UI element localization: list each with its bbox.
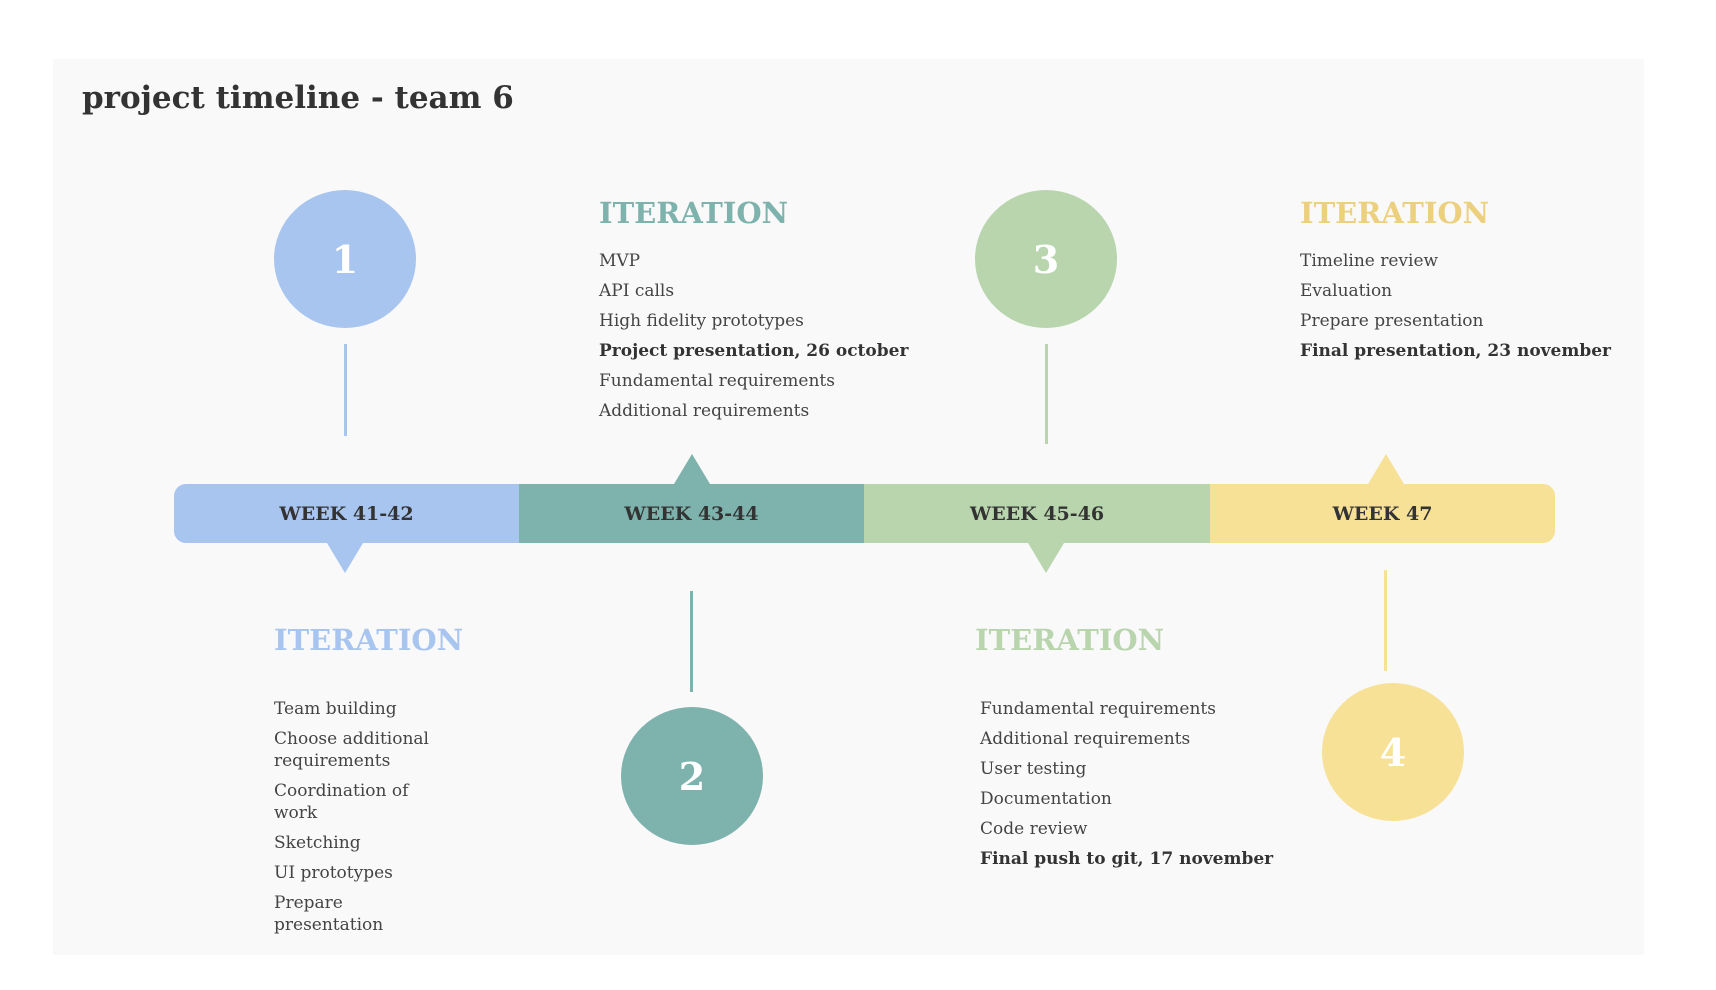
list-item: Choose additional requirements (274, 729, 429, 771)
iteration-2-pointer (674, 454, 710, 484)
iteration-1-heading: ITERATION (274, 623, 464, 657)
list-item: Team building (274, 699, 397, 719)
iteration-2-heading: ITERATION (599, 196, 789, 230)
list-item: Final presentation, 23 november (1300, 341, 1612, 361)
iteration-4-connector (1384, 570, 1387, 671)
list-item: Prepare presentation (1300, 311, 1484, 331)
list-item: Additional requirements (599, 401, 810, 421)
list-item: MVP (599, 251, 641, 271)
week-timeline-bar: WEEK 41-42 WEEK 43-44 WEEK 45-46 WEEK 47 (174, 484, 1555, 543)
list-item: High fidelity prototypes (599, 311, 804, 331)
iteration-4-pointer (1368, 454, 1404, 484)
iteration-3-heading: ITERATION (975, 623, 1165, 657)
list-item: Prepare presentation (274, 893, 384, 935)
iteration-4-circle: 4 (1322, 683, 1464, 821)
iteration-3-connector (1045, 344, 1048, 444)
iteration-2-connector (690, 591, 693, 692)
week-segment-47: WEEK 47 (1210, 484, 1555, 543)
list-item: Coordination of work (274, 781, 409, 823)
iteration-2-circle: 2 (621, 707, 763, 845)
iteration-3-pointer (1028, 543, 1064, 573)
iteration-1-pointer (327, 543, 363, 573)
page-title: project timeline - team 6 (82, 80, 514, 116)
list-item: Evaluation (1300, 281, 1393, 301)
iteration-1-tasks: Team building Choose additional requirem… (274, 698, 444, 944)
iteration-4-tasks: Timeline review Evaluation Prepare prese… (1300, 250, 1611, 370)
list-item: Final push to git, 17 november (980, 849, 1274, 869)
iteration-1-circle: 1 (274, 190, 416, 328)
list-item: Project presentation, 26 october (599, 341, 909, 361)
iteration-1-connector (344, 344, 347, 436)
list-item: Sketching (274, 833, 361, 853)
week-segment-41-42: WEEK 41-42 (174, 484, 519, 543)
list-item: Fundamental requirements (980, 699, 1216, 719)
list-item: Documentation (980, 789, 1112, 809)
iteration-2-tasks: MVP API calls High fidelity prototypes P… (599, 250, 908, 430)
list-item: Code review (980, 819, 1088, 839)
list-item: User testing (980, 759, 1087, 779)
iteration-3-circle: 3 (975, 190, 1117, 328)
list-item: UI prototypes (274, 863, 393, 883)
list-item: Timeline review (1300, 251, 1439, 271)
list-item: API calls (599, 281, 675, 301)
week-segment-43-44: WEEK 43-44 (519, 484, 864, 543)
list-item: Fundamental requirements (599, 371, 835, 391)
week-segment-45-46: WEEK 45-46 (864, 484, 1210, 543)
iteration-3-tasks: Fundamental requirements Additional requ… (980, 698, 1273, 878)
list-item: Additional requirements (980, 729, 1191, 749)
iteration-4-heading: ITERATION (1300, 196, 1490, 230)
